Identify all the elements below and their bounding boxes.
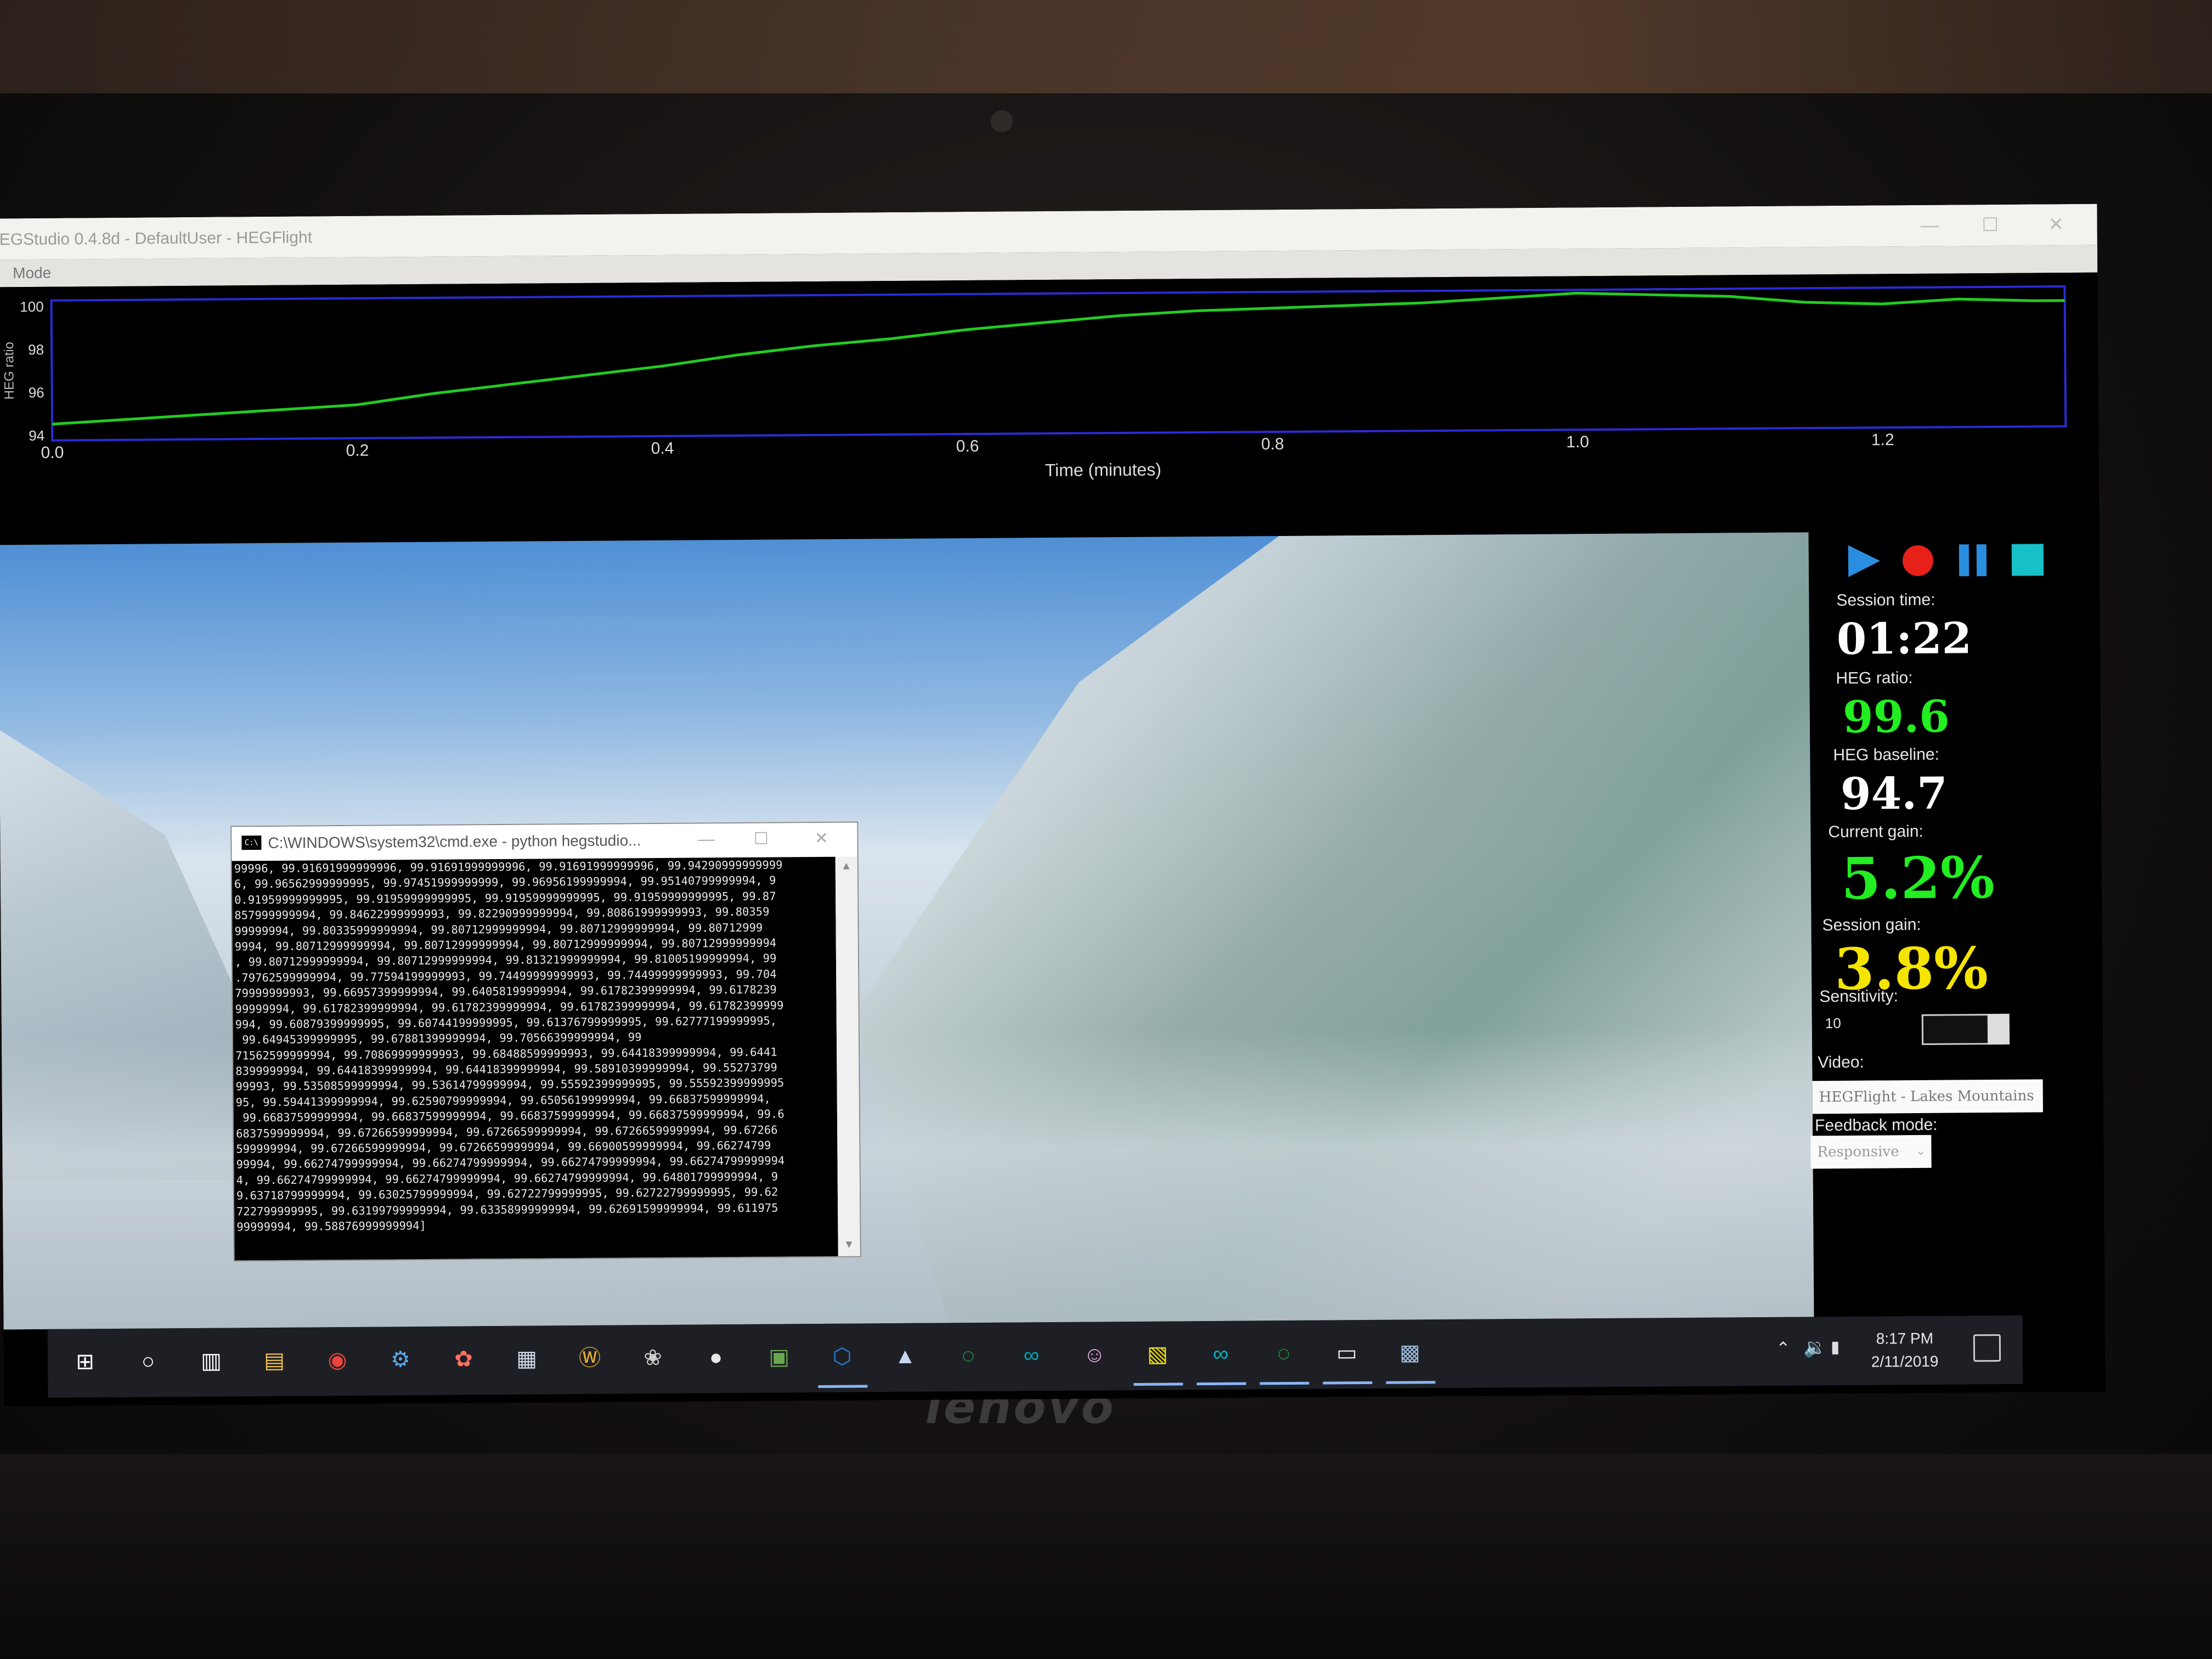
y-tick-label: 98 bbox=[28, 341, 44, 358]
green-ring-app-icon-2[interactable]: ◌ bbox=[1267, 1337, 1300, 1370]
y-axis-label: HEG ratio bbox=[2, 342, 17, 400]
feedback-mode-value: Responsive bbox=[1817, 1143, 1899, 1161]
vscode-icon[interactable]: ⬡ bbox=[826, 1340, 859, 1373]
background-wall bbox=[0, 0, 2212, 93]
taskbar: ⊞ ○ ▥ ▤ ◉ ⚙ ✿ ▦ Ⓦ ❀ ● ▣ ⬡ ▲ ◌ ∞ ☺ ▧ ∞ ◌ ▭ ▩ ⌃ 🔉 ▮ 8:17 PM 2/1… bbox=[47, 1315, 2023, 1398]
y-tick-label: 94 bbox=[29, 427, 44, 444]
session-panel: Session time: 01:22 HEG ratio: 99.6 HEG … bbox=[1808, 530, 2105, 1317]
chevron-down-icon: ⌄ bbox=[1915, 1144, 1926, 1159]
video-label: Video: bbox=[1818, 1053, 1864, 1072]
current-gain-label: Current gain: bbox=[1828, 822, 1923, 842]
taskbar-active-indicator bbox=[1386, 1381, 1436, 1384]
sensitivity-label: Sensitivity: bbox=[1819, 987, 1898, 1006]
current-gain-value: 5.2% bbox=[1841, 843, 1995, 912]
clock-date: 2/11/2019 bbox=[1871, 1352, 1939, 1370]
maximize-button[interactable]: ☐ bbox=[1960, 210, 2020, 241]
taskbar-active-indicator bbox=[1197, 1382, 1246, 1386]
heg-ratio-label: HEG ratio: bbox=[1836, 669, 1913, 688]
series-line-0 bbox=[52, 291, 2065, 426]
app-icon[interactable]: Ⓦ bbox=[573, 1342, 606, 1375]
heg-ratio-value: 99.6 bbox=[1842, 690, 1950, 743]
cortana-search-icon[interactable]: ○ bbox=[132, 1345, 165, 1378]
taskbar-active-indicator bbox=[1323, 1381, 1373, 1385]
heg-chart-svg: 0.0 0.2 0.4 0.6 0.8 1.0 1.2 100 98 96 94 Time (minu… bbox=[2, 285, 2067, 480]
cmd-minimize-button[interactable]: — bbox=[681, 827, 731, 853]
green-ring-app-icon[interactable]: ◌ bbox=[952, 1339, 985, 1372]
taskbar-active-indicator bbox=[1133, 1383, 1183, 1386]
arduino-ide-icon[interactable]: ∞ bbox=[1204, 1338, 1237, 1370]
scroll-down-icon[interactable]: ▼ bbox=[844, 1239, 855, 1251]
cmd-close-button[interactable]: ✕ bbox=[797, 826, 846, 852]
x-tick-label: 0.2 bbox=[346, 442, 369, 460]
browser-icon[interactable]: ● bbox=[699, 1341, 732, 1374]
cmd-scrollbar[interactable]: ▲ ▼ bbox=[835, 856, 860, 1256]
paint-icon[interactable]: ✿ bbox=[447, 1342, 480, 1375]
session-gain-label: Session gain: bbox=[1822, 915, 1921, 935]
cmd-maximize-button[interactable]: ☐ bbox=[736, 826, 786, 852]
y-tick-label: 100 bbox=[20, 298, 44, 315]
x-tick-label: 0.8 bbox=[1261, 435, 1284, 453]
x-tick-label: 1.2 bbox=[1871, 431, 1894, 449]
hegstudio-icon[interactable]: ▩ bbox=[1393, 1336, 1426, 1369]
chevron-up-icon[interactable]: ⌃ bbox=[1776, 1338, 1791, 1359]
feedback-mode-label: Feedback mode: bbox=[1814, 1115, 1938, 1135]
battery-icon[interactable]: ▮ bbox=[1831, 1338, 1840, 1357]
system-tray: ⌃ 🔉 ▮ 8:17 PM 2/11/2019 bbox=[1765, 1316, 2023, 1386]
x-tick-label: 0.4 bbox=[651, 439, 674, 458]
heg-baseline-value: 94.7 bbox=[1840, 767, 1948, 820]
github-icon[interactable]: ☺ bbox=[1078, 1338, 1111, 1371]
notification-icon[interactable] bbox=[1973, 1334, 2001, 1362]
sensitivity-spinner[interactable] bbox=[1987, 1013, 2010, 1045]
heg-chart: 0.0 0.2 0.4 0.6 0.8 1.0 1.2 100 98 96 94 Time (minu… bbox=[0, 272, 2099, 490]
x-axis-label: Time (minutes) bbox=[1045, 460, 1161, 480]
session-time-value: 01:22 bbox=[1836, 613, 1972, 664]
sensitivity-value: 10 bbox=[1825, 1014, 1841, 1032]
windows-start-icon[interactable]: ⊞ bbox=[69, 1345, 101, 1378]
volume-icon[interactable]: 🔉 bbox=[1803, 1336, 1827, 1358]
y-tick-label: 96 bbox=[29, 384, 44, 400]
stop-button[interactable] bbox=[2006, 538, 2050, 582]
menu-item-mode[interactable]: Mode bbox=[13, 264, 51, 282]
scroll-up-icon[interactable]: ▲ bbox=[841, 860, 852, 873]
close-button[interactable]: ✕ bbox=[2025, 210, 2086, 240]
minimize-button[interactable]: — bbox=[1899, 210, 1960, 241]
cmd-icon: C:\ bbox=[241, 836, 262, 850]
file-explorer-icon[interactable]: ▤ bbox=[258, 1344, 291, 1377]
arduino-icon[interactable]: ∞ bbox=[1015, 1339, 1048, 1372]
heg-baseline-label: HEG baseline: bbox=[1833, 745, 1939, 765]
notepad-icon[interactable]: ▦ bbox=[510, 1342, 543, 1375]
sensitivity-slider[interactable] bbox=[1921, 1014, 1991, 1045]
cmd-titlebar[interactable]: C:\ C:\WINDOWS\system32\cmd.exe - python… bbox=[232, 822, 857, 860]
3d-app-icon[interactable]: ▲ bbox=[889, 1340, 922, 1373]
sticky-notes-icon[interactable]: ▧ bbox=[1141, 1338, 1174, 1370]
steam-icon[interactable]: ⚙ bbox=[384, 1343, 417, 1376]
x-tick-label: 0.6 bbox=[956, 437, 979, 455]
cmd-output[interactable]: 99996, 99.91691999999996, 99.91691999999… bbox=[232, 856, 838, 1261]
clock[interactable]: 8:17 PM 2/11/2019 bbox=[1864, 1327, 1946, 1374]
pause-button[interactable] bbox=[1951, 539, 1995, 582]
webcam bbox=[988, 107, 1016, 136]
play-button[interactable] bbox=[1842, 539, 1885, 583]
taskbar-active-indicator bbox=[818, 1385, 868, 1388]
cmd-title: C:\WINDOWS\system32\cmd.exe - python heg… bbox=[268, 832, 641, 851]
task-view-icon[interactable]: ▥ bbox=[195, 1344, 228, 1377]
cmd-window[interactable]: C:\ C:\WINDOWS\system32\cmd.exe - python… bbox=[230, 821, 861, 1262]
clock-time: 8:17 PM bbox=[1876, 1329, 1934, 1347]
laptop-screen: EGStudio 0.4.8d - DefaultUser - HEGFligh… bbox=[0, 204, 2106, 1407]
minecraft-icon[interactable]: ▣ bbox=[763, 1340, 795, 1373]
video-select[interactable]: HEGFlight - Lakes Mountains bbox=[1812, 1079, 2043, 1114]
x-tick-label: 0.0 bbox=[41, 444, 64, 462]
session-time-label: Session time: bbox=[1836, 590, 1936, 610]
window-title: EGStudio 0.4.8d - DefaultUser - HEGFligh… bbox=[0, 228, 313, 249]
record-button[interactable] bbox=[1897, 539, 1940, 583]
plot-frame bbox=[50, 285, 2067, 442]
butterfly-app-icon[interactable]: ❀ bbox=[636, 1341, 669, 1374]
taskbar-active-indicator bbox=[1260, 1381, 1310, 1385]
cmd-icon[interactable]: ▭ bbox=[1330, 1336, 1363, 1369]
chrome-icon[interactable]: ◉ bbox=[321, 1344, 354, 1376]
feedback-mode-select[interactable]: Responsive ⌄ bbox=[1810, 1135, 1932, 1169]
laptop-base bbox=[0, 1454, 2212, 1659]
x-tick-label: 1.0 bbox=[1566, 433, 1589, 451]
